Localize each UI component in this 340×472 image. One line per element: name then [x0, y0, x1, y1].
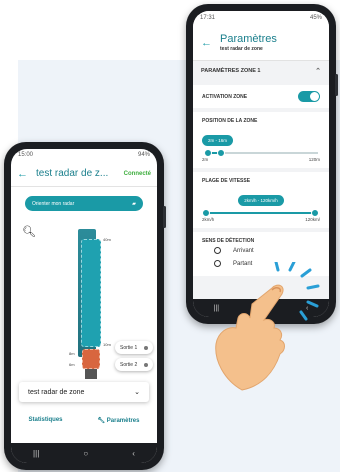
output-2-label: Sortie 2: [120, 361, 138, 368]
status-battery: 94%: [137, 152, 150, 158]
back-icon[interactable]: ‹: [132, 449, 135, 458]
radio-circle-icon: [214, 247, 221, 254]
side-button: [335, 74, 338, 96]
settings-link-wrap[interactable]: 🔧︎ Paramètres: [97, 417, 139, 424]
side-button: [163, 206, 166, 228]
position-min-label: 2m: [202, 157, 209, 162]
distance-label-near: 8m: [69, 351, 75, 356]
activation-label: ACTIVATION ZONE: [202, 93, 248, 100]
speed-range-pill: 2km/h - 120km/h: [238, 195, 284, 206]
position-slider[interactable]: [204, 149, 318, 157]
speed-min-label: 2km/h: [202, 217, 215, 222]
activation-card: ACTIVATION ZONE: [193, 85, 329, 108]
distance-label-closest: 6m: [69, 362, 75, 367]
zoom-icon[interactable]: 🔍︎: [22, 225, 36, 238]
pointing-hand-icon: [215, 262, 320, 391]
distance-label-top: 40m: [103, 237, 111, 242]
speed-max-label: 120km/: [305, 217, 320, 222]
distance-label-mid: 10m: [103, 342, 111, 347]
detection-zone-2[interactable]: [82, 349, 100, 369]
position-range-pill: 2m - 16m: [202, 135, 234, 146]
speed-label: PLAGE DE VITESSE: [202, 178, 251, 184]
wrench-icon: 🔧︎: [97, 418, 106, 424]
settings-header: ← Paramètres test radar de zone: [193, 25, 329, 61]
radio-arrivant[interactable]: Arrivant: [202, 244, 320, 257]
connection-status: Connecté: [123, 170, 151, 177]
orient-radar-button[interactable]: Orienter mon radar ▰: [25, 196, 143, 211]
status-bar: 17:31 45%: [193, 11, 329, 25]
position-knob-max[interactable]: [216, 149, 225, 157]
radio-arrivant-label: Arrivant: [233, 247, 254, 254]
radar-title: test radar de z...: [36, 168, 109, 179]
speed-card: PLAGE DE VITESSE 2km/h - 120km/h 2km/h 1…: [193, 172, 329, 228]
status-time: 15:00: [18, 152, 34, 158]
zone-section-title: PARAMÈTRES ZONE 1: [201, 68, 261, 74]
radar-device-icon: [85, 369, 97, 379]
output-1-label: Sortie 1: [120, 344, 138, 351]
position-label: POSITION DE LA ZONE: [202, 118, 258, 124]
detection-zone-1[interactable]: [81, 239, 101, 347]
activation-toggle[interactable]: [298, 91, 320, 102]
bottom-links: Statistiques 🔧︎ Paramètres: [11, 417, 157, 424]
status-battery: 45%: [309, 15, 322, 21]
speed-knob-min[interactable]: [201, 209, 210, 217]
camera-icon: ▰: [132, 200, 136, 207]
chevron-down-icon: ⌄: [134, 389, 140, 396]
android-nav-bar: ||| ○ ‹: [11, 443, 157, 463]
back-arrow-icon[interactable]: ←: [201, 37, 212, 49]
position-max-label: 120m: [308, 157, 320, 162]
back-arrow-icon[interactable]: ←: [17, 168, 28, 180]
position-knob-min[interactable]: [204, 149, 212, 157]
home-icon[interactable]: ○: [83, 449, 88, 458]
output-2-chip[interactable]: Sortie 2: [115, 358, 153, 371]
radar-select-dropdown[interactable]: test radar de zone ⌄: [19, 382, 149, 402]
phone-radar: 15:00 94% ← test radar de z... Connecté …: [4, 142, 166, 470]
settings-link: Paramètres: [106, 418, 140, 424]
position-card: POSITION DE LA ZONE 2m - 16m 2m 120m: [193, 112, 329, 168]
speed-slider[interactable]: [201, 209, 320, 217]
chevron-up-icon: ⌃: [315, 68, 321, 75]
status-bar: 15:00 94%: [11, 149, 157, 161]
orient-radar-label: Orienter mon radar: [32, 200, 75, 207]
radar-select-value: test radar de zone: [28, 388, 85, 396]
radar-header: ← test radar de z... Connecté: [11, 161, 157, 187]
page-title: Paramètres: [220, 32, 277, 45]
status-dot-icon: [144, 345, 148, 350]
title-block: Paramètres test radar de zone: [220, 32, 277, 52]
recent-apps-icon[interactable]: |||: [33, 449, 39, 458]
status-dot-icon: [144, 362, 148, 367]
stage: 17:31 45% ← Paramètres test radar de zon…: [0, 0, 340, 472]
page-subtitle: test radar de zone: [220, 45, 263, 52]
output-1-chip[interactable]: Sortie 1: [115, 341, 153, 354]
status-time: 17:31: [200, 15, 216, 21]
statistics-link[interactable]: Statistiques: [28, 417, 62, 424]
speed-knob-max[interactable]: [311, 209, 320, 217]
zone-section-header[interactable]: PARAMÈTRES ZONE 1 ⌃: [193, 61, 329, 81]
radar-screen: 15:00 94% ← test radar de z... Connecté …: [11, 149, 157, 463]
